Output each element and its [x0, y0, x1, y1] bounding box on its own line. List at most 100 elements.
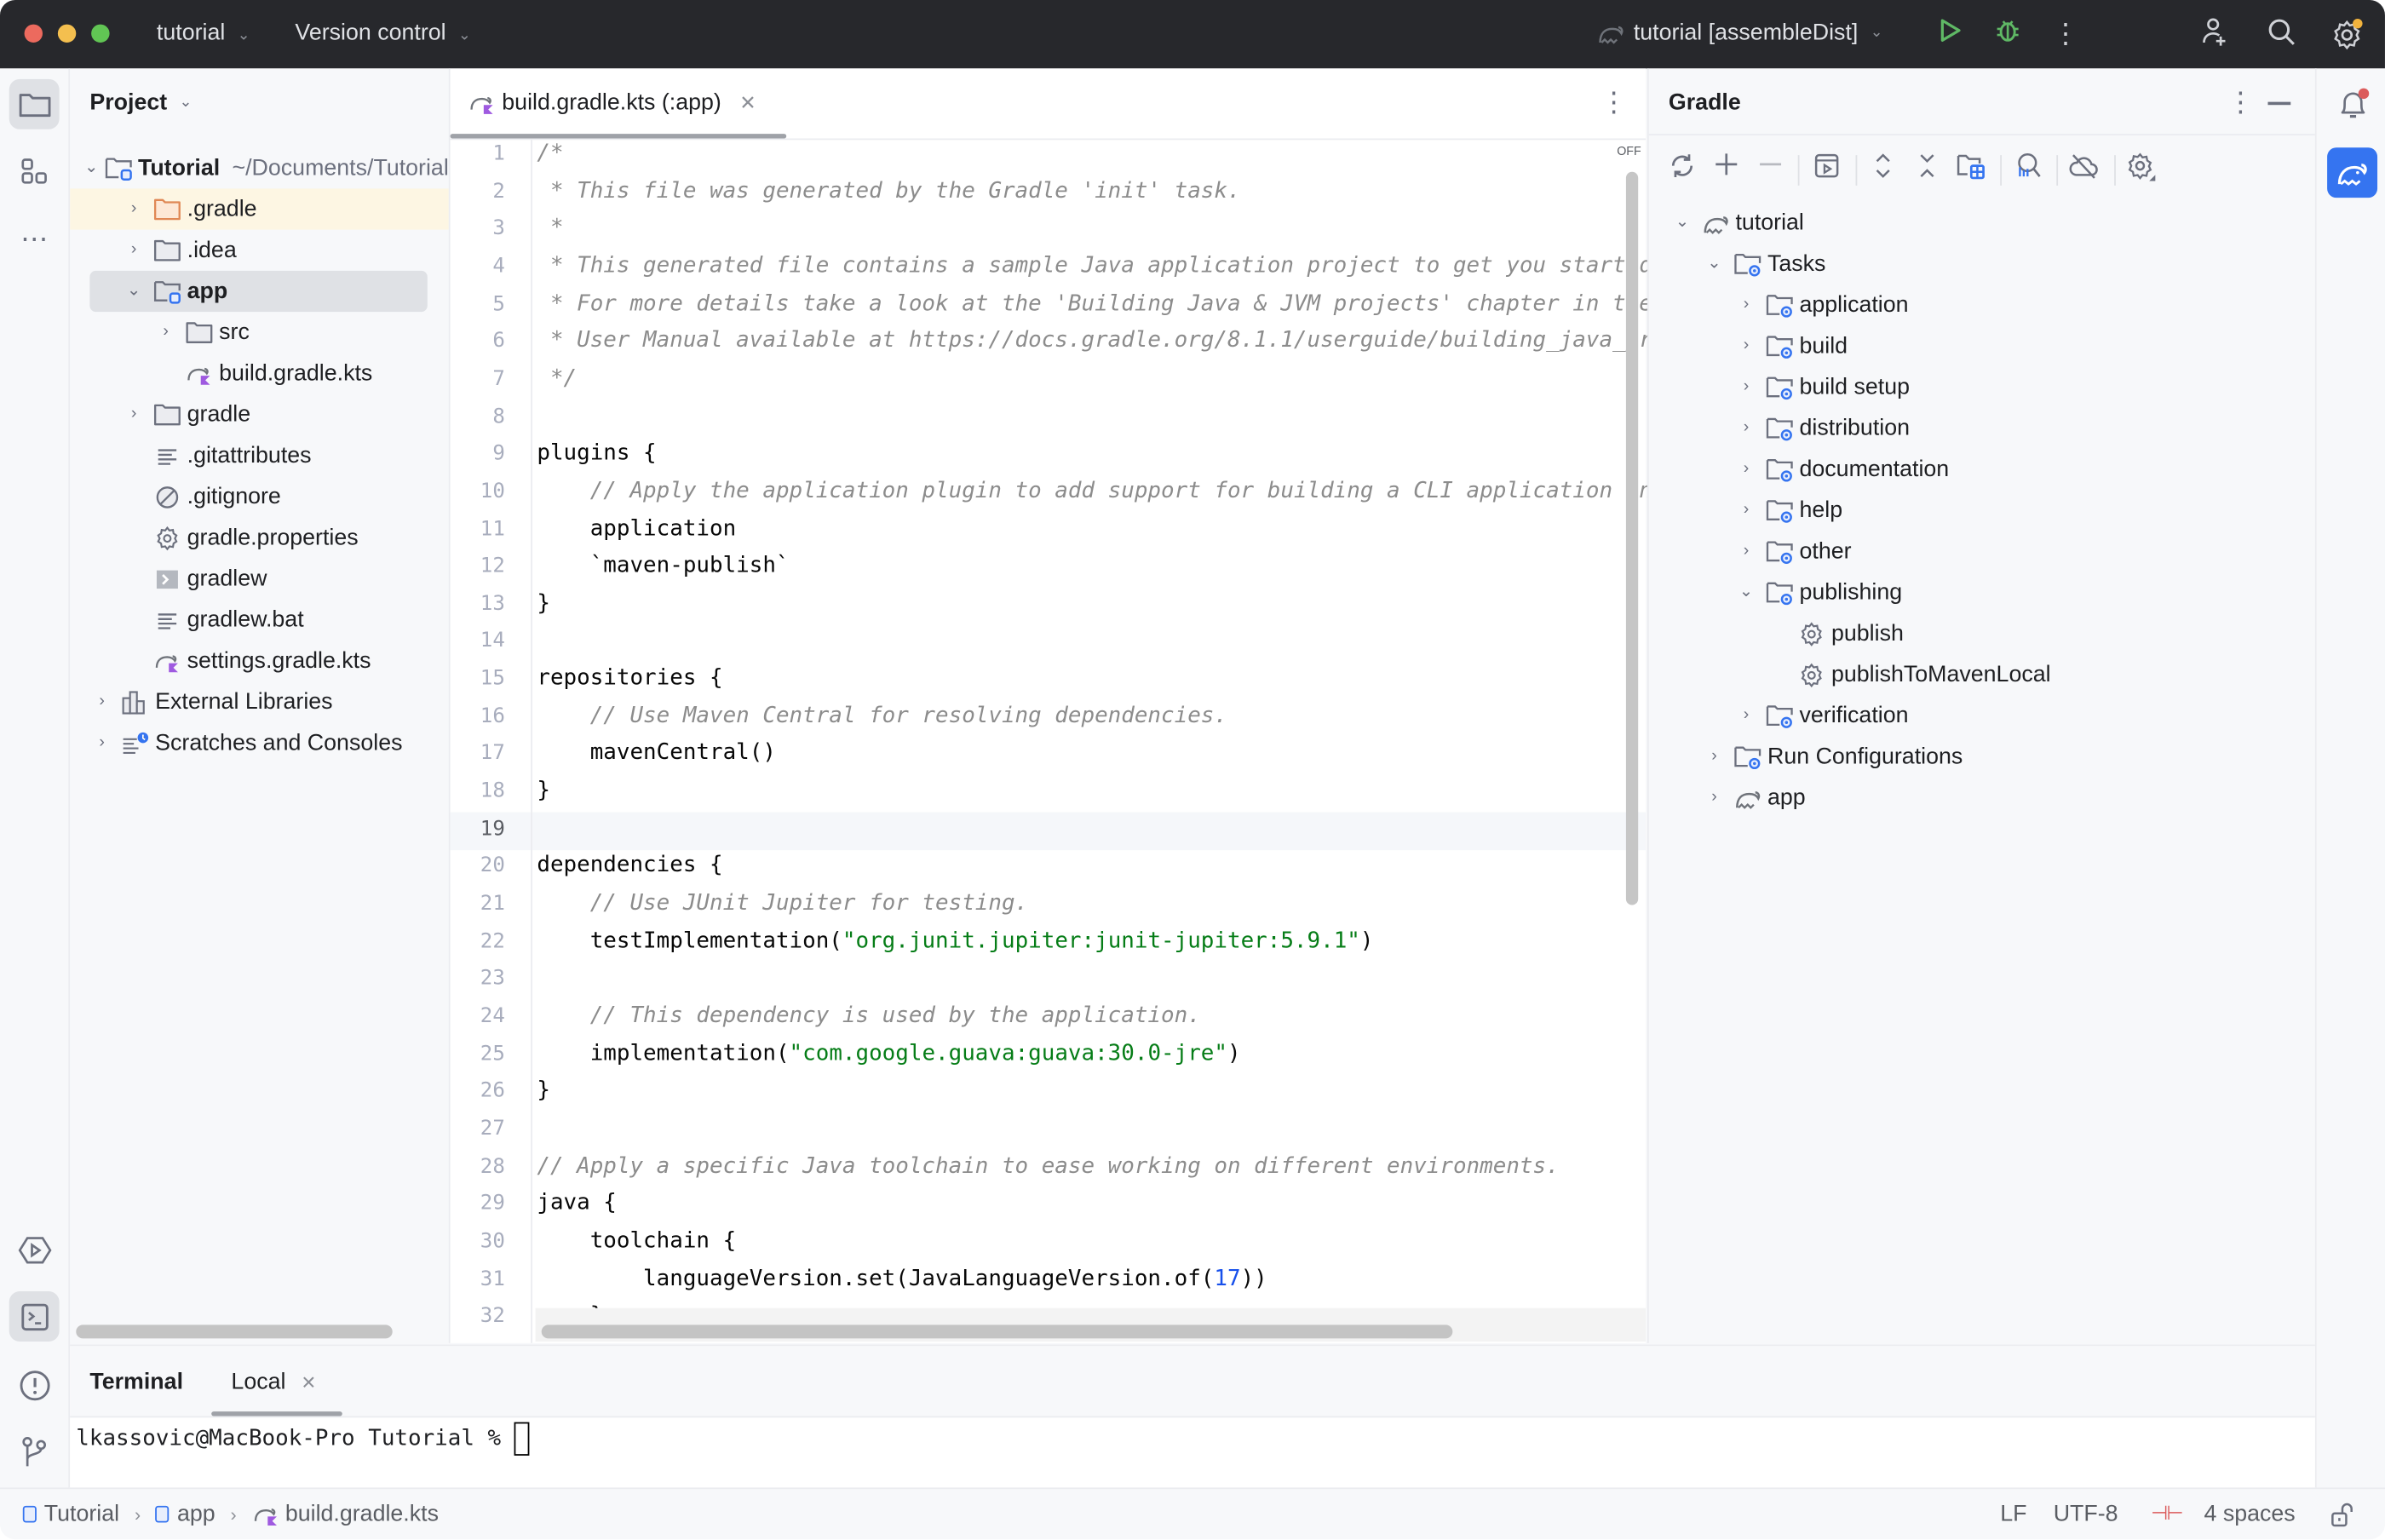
- project-tree-item[interactable]: › .gradle: [70, 188, 449, 230]
- gradle-tree-item[interactable]: › help: [1735, 490, 1842, 531]
- project-tree-item[interactable]: › gradle: [70, 394, 449, 434]
- editor-tab[interactable]: build.gradle.kts (:app) ✕: [468, 89, 756, 116]
- chevron-right-icon[interactable]: ›: [124, 394, 145, 434]
- code-with-me-button[interactable]: [2198, 17, 2231, 50]
- chevron-down-icon[interactable]: ⌄: [1671, 202, 1692, 243]
- readonly-toggle[interactable]: [2330, 1501, 2355, 1534]
- close-tab-icon[interactable]: ✕: [739, 90, 756, 115]
- tab-actions-button[interactable]: ⋮: [1601, 87, 1628, 118]
- project-tree-item[interactable]: gradlew: [70, 558, 449, 599]
- gradle-tree-item[interactable]: › build: [1735, 325, 1848, 366]
- notifications-button[interactable]: [2327, 79, 2377, 129]
- add-button[interactable]: [1710, 152, 1743, 186]
- chevron-down-icon[interactable]: ⌄: [1735, 572, 1756, 612]
- chevron-right-icon[interactable]: ›: [124, 188, 145, 229]
- gradle-settings-button[interactable]: [2125, 152, 2158, 186]
- editorconfig-icon[interactable]: ⊣⊢: [2151, 1501, 2184, 1526]
- debug-button[interactable]: [1991, 17, 2024, 50]
- search-button[interactable]: [2265, 17, 2298, 50]
- breadcrumb-item[interactable]: app: [177, 1501, 216, 1526]
- project-tree-item[interactable]: .gitignore: [70, 476, 449, 517]
- gradle-tree-item[interactable]: › application: [1735, 284, 1909, 325]
- terminal-output[interactable]: lkassovic@MacBook-Pro Tutorial %: [76, 1422, 530, 1456]
- project-tree-item[interactable]: › src: [70, 312, 449, 353]
- project-view-selector[interactable]: Project ⌄: [89, 89, 192, 115]
- vertical-scrollbar[interactable]: [1625, 171, 1639, 905]
- chevron-right-icon[interactable]: ›: [1735, 449, 1756, 490]
- gradle-tree-item[interactable]: › documentation: [1735, 449, 1950, 490]
- gradle-tree-item[interactable]: › Run Configurations: [1704, 736, 1963, 777]
- chevron-right-icon[interactable]: ›: [1735, 531, 1756, 572]
- chevron-right-icon[interactable]: ›: [1735, 366, 1756, 407]
- zoom-window-button[interactable]: [91, 24, 110, 43]
- terminal-tab-local[interactable]: Local ✕: [231, 1369, 316, 1394]
- gradle-tool-button[interactable]: [2327, 147, 2378, 198]
- more-actions-button[interactable]: ⋮: [2049, 17, 2082, 50]
- project-switcher[interactable]: tutorial ⌄: [157, 20, 250, 45]
- chevron-right-icon[interactable]: ›: [1735, 695, 1756, 736]
- gradle-tree-item[interactable]: publishToMavenLocal: [1767, 654, 2051, 695]
- gradle-tree-item[interactable]: › distribution: [1735, 408, 1910, 449]
- line-separator-widget[interactable]: LF: [2000, 1501, 2026, 1526]
- terminal-tool-button[interactable]: [9, 1291, 60, 1342]
- project-tree-item[interactable]: .gitattributes: [70, 435, 449, 476]
- chevron-down-icon[interactable]: ⌄: [1704, 244, 1725, 284]
- problems-tool-button[interactable]: [9, 1359, 60, 1410]
- settings-button[interactable]: [2331, 17, 2365, 50]
- gradle-tree-item[interactable]: › verification: [1735, 695, 1909, 736]
- run-task-button[interactable]: [1810, 152, 1843, 186]
- gradle-options-button[interactable]: ⋮: [2227, 87, 2254, 118]
- run-config-selector[interactable]: tutorial [assembleDist] ⌄: [1597, 20, 1883, 46]
- inspection-badge[interactable]: OFF: [1617, 145, 1641, 158]
- gradle-tree-item[interactable]: publish: [1767, 613, 1904, 654]
- project-tree-item[interactable]: gradlew.bat: [70, 600, 449, 641]
- chevron-right-icon[interactable]: ›: [124, 230, 145, 271]
- project-tree-item[interactable]: settings.gradle.kts: [70, 641, 449, 681]
- chevron-right-icon[interactable]: ›: [1704, 777, 1725, 818]
- dependencies-button[interactable]: [1955, 152, 1988, 186]
- minimize-window-button[interactable]: [57, 24, 77, 43]
- gradle-tree-item[interactable]: ⌄ tutorial: [1671, 202, 1804, 243]
- close-window-button[interactable]: [24, 24, 43, 43]
- run-button[interactable]: [1934, 17, 1967, 50]
- chevron-right-icon[interactable]: ›: [1735, 325, 1756, 366]
- hide-panel-button[interactable]: [2267, 101, 2291, 106]
- chevron-right-icon[interactable]: ›: [91, 722, 112, 763]
- chevron-down-icon[interactable]: ⌄: [124, 271, 145, 312]
- project-tree-item[interactable]: ⌄ app: [89, 270, 428, 313]
- gradle-tree-item[interactable]: ⌄ Tasks: [1704, 244, 1825, 284]
- encoding-widget[interactable]: UTF-8: [2054, 1501, 2118, 1526]
- project-tree-item[interactable]: › .idea: [70, 230, 449, 271]
- project-tool-button[interactable]: [9, 78, 60, 129]
- chevron-right-icon[interactable]: ›: [1735, 284, 1756, 325]
- indent-widget[interactable]: 4 spaces: [2204, 1501, 2295, 1526]
- chevron-right-icon[interactable]: ›: [1735, 490, 1756, 531]
- remove-button[interactable]: [1754, 152, 1787, 186]
- reload-button[interactable]: [1665, 152, 1698, 186]
- close-tab-icon[interactable]: ✕: [301, 1371, 316, 1393]
- collapse-all-button[interactable]: [1911, 152, 1944, 186]
- chevron-down-icon[interactable]: ⌄: [84, 147, 99, 188]
- chevron-right-icon[interactable]: ›: [91, 681, 112, 722]
- breadcrumb-item[interactable]: build.gradle.kts: [285, 1501, 439, 1526]
- gradle-tree-item[interactable]: › build setup: [1735, 366, 1910, 407]
- services-tool-button[interactable]: [9, 1224, 60, 1274]
- more-tools-button[interactable]: ⋯: [9, 215, 60, 265]
- project-tree-item[interactable]: › External Libraries: [70, 681, 449, 722]
- structure-tool-button[interactable]: [9, 146, 60, 196]
- project-tree-item[interactable]: build.gradle.kts: [70, 353, 449, 394]
- git-tool-button[interactable]: [9, 1427, 60, 1477]
- analyze-button[interactable]: [2011, 152, 2044, 186]
- gradle-tree-item[interactable]: › app: [1704, 777, 1805, 818]
- chevron-right-icon[interactable]: ›: [155, 312, 176, 353]
- gradle-tree-item[interactable]: › other: [1735, 531, 1852, 572]
- offline-mode-button[interactable]: [2067, 152, 2101, 186]
- chevron-right-icon[interactable]: ›: [1704, 736, 1725, 777]
- breadcrumb-item[interactable]: Tutorial: [44, 1501, 119, 1526]
- horizontal-scrollbar[interactable]: [541, 1325, 1453, 1339]
- expand-all-button[interactable]: [1866, 152, 1899, 186]
- project-tree-item[interactable]: › Scratches and Consoles: [70, 722, 449, 763]
- project-tree-item[interactable]: gradle.properties: [70, 517, 449, 558]
- vcs-menu[interactable]: Version control ⌄: [295, 20, 470, 45]
- horizontal-scrollbar[interactable]: [76, 1325, 393, 1339]
